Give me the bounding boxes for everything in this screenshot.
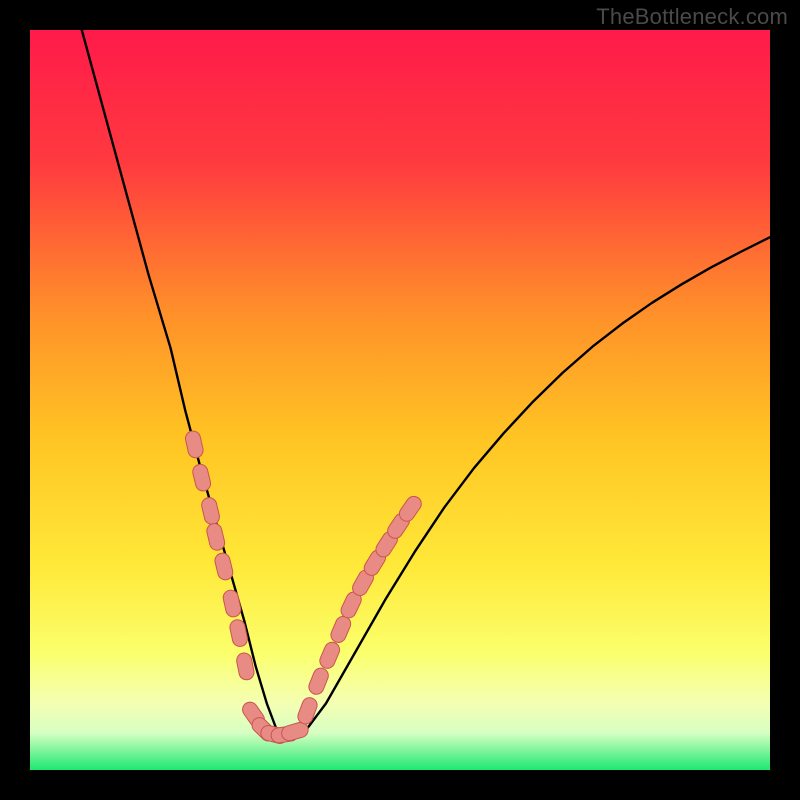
chart-frame — [30, 30, 770, 770]
data-marker — [191, 463, 212, 493]
plot-area — [30, 30, 770, 770]
data-marker — [317, 640, 341, 671]
bottleneck-curve — [82, 30, 770, 733]
data-marker — [222, 589, 242, 619]
data-marker — [200, 496, 221, 526]
data-marker — [213, 552, 234, 582]
curve-layer — [30, 30, 770, 770]
data-marker — [296, 696, 320, 727]
watermark-text: TheBottleneck.com — [596, 4, 788, 30]
data-marker — [307, 666, 331, 697]
data-markers — [184, 430, 424, 745]
data-marker — [184, 430, 204, 460]
data-marker — [205, 522, 226, 552]
data-marker — [329, 614, 353, 645]
